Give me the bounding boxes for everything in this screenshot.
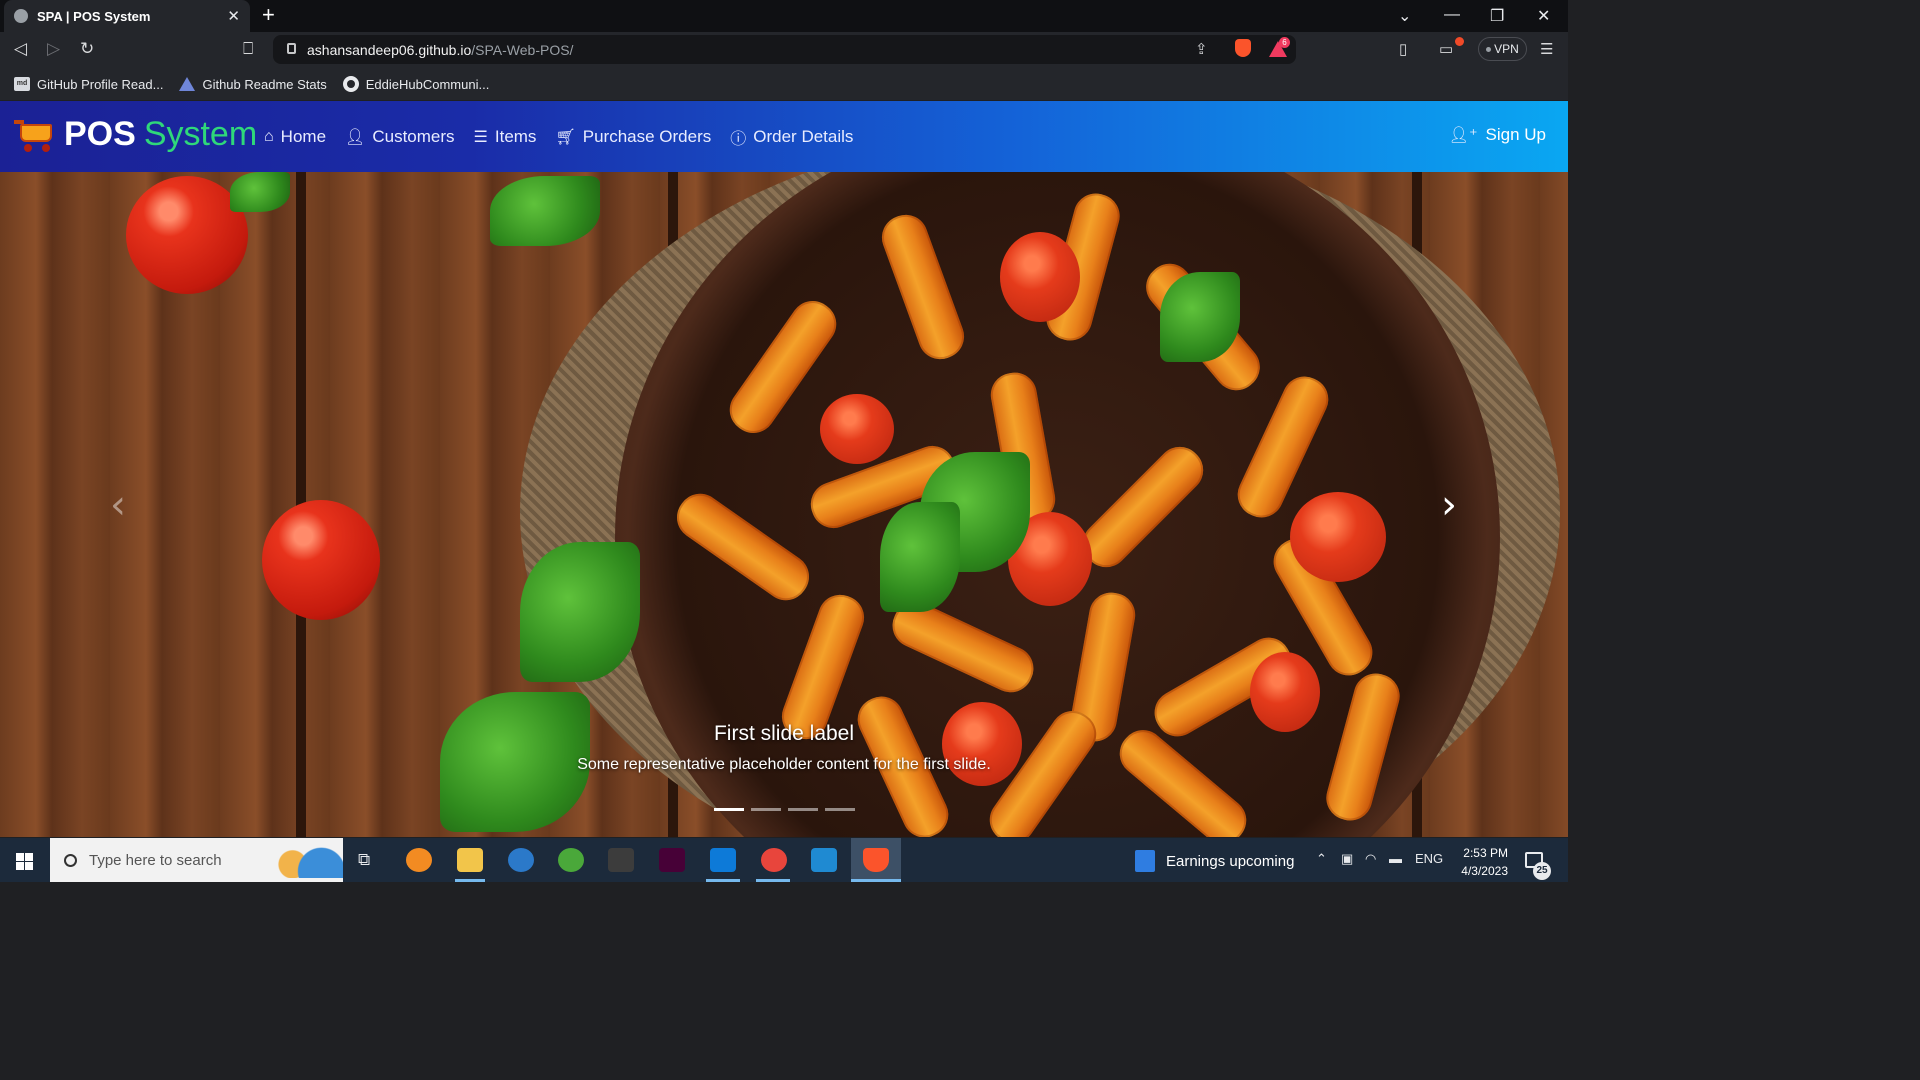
back-icon[interactable]: ◁ <box>14 39 27 59</box>
search-icon <box>64 853 77 867</box>
hero-carousel: ‹ › First slide label Some representativ… <box>0 172 1568 837</box>
user-icon: 👤︎ <box>345 129 366 146</box>
running-indicator <box>756 879 790 882</box>
shopping-cart-logo-icon <box>14 114 54 154</box>
file-explorer-icon[interactable] <box>457 848 483 872</box>
mysql-icon[interactable] <box>608 848 634 872</box>
brand-name-accent: System <box>143 114 258 153</box>
bookmark-icon[interactable]: ⎕ <box>243 39 253 59</box>
brand-logo[interactable]: POS System <box>14 114 257 154</box>
chrome-icon[interactable] <box>761 848 787 872</box>
carousel-indicator[interactable] <box>714 808 744 811</box>
user-plus-icon: 👤︎⁺ <box>1448 127 1478 144</box>
carousel-indicators <box>714 808 855 811</box>
browser-toolbar: ◁ ▷ ↻ ⎕ ashansandeep06.github.io/SPA-Web… <box>0 32 1568 68</box>
vpn-button[interactable]: VPN <box>1478 37 1527 61</box>
nav-item-items[interactable]: ☰ Items <box>474 125 537 149</box>
news-widget[interactable]: Earnings upcoming <box>1135 850 1294 872</box>
nav-item-customers[interactable]: 👤︎ Customers <box>345 125 455 149</box>
brave-shields-icon[interactable] <box>1235 39 1251 57</box>
share-icon[interactable]: ⇪ <box>1195 40 1208 58</box>
triangle-icon <box>179 77 196 91</box>
language-indicator[interactable]: ENG <box>1415 851 1443 866</box>
intellij-icon[interactable] <box>710 848 736 872</box>
new-tab-button[interactable]: + <box>262 4 275 26</box>
brand-name: POS <box>64 114 136 153</box>
tab-search-chevron-icon[interactable]: ⌄ <box>1398 6 1411 26</box>
home-icon: ⌂ <box>264 128 274 145</box>
windows-taskbar: Type here to search ⧉ Earnings upcoming … <box>0 838 1568 882</box>
bookmark-item[interactable]: Github Readme Stats <box>179 77 327 92</box>
taskbar-search-input[interactable]: Type here to search <box>50 838 343 882</box>
browser-tab[interactable]: SPA | POS System ✕ <box>4 0 250 32</box>
app-icon-green[interactable] <box>558 848 584 872</box>
carousel-indicator[interactable] <box>825 808 855 811</box>
restore-icon[interactable]: ❐ <box>1490 6 1504 26</box>
database-icon: ☰ <box>473 129 488 146</box>
carousel-caption: First slide label Some representative pl… <box>0 722 1568 774</box>
running-indicator <box>706 879 740 882</box>
search-highlight-image <box>271 844 343 878</box>
clock-date: 4/3/2023 <box>1461 864 1508 878</box>
notification-count-badge: 25 <box>1533 862 1551 880</box>
github-icon <box>342 76 359 92</box>
readme-icon: md <box>14 77 30 91</box>
nav-item-order-details[interactable]: ⓘ Order Details <box>730 125 853 149</box>
close-tab-icon[interactable]: ✕ <box>227 7 240 25</box>
cart-icon: 🛒︎ <box>555 129 576 146</box>
vpn-status-icon <box>1486 46 1492 52</box>
sidebar-icon[interactable]: ▯ <box>1399 40 1407 58</box>
vscode-icon[interactable] <box>811 848 837 872</box>
wallet-icon[interactable]: ▭ <box>1439 40 1453 58</box>
bookmark-item[interactable]: md GitHub Profile Read... <box>14 77 163 92</box>
nav-item-home[interactable]: ⌂ Home <box>264 125 326 149</box>
window-close-icon[interactable]: ✕ <box>1537 6 1550 26</box>
task-view-icon[interactable]: ⧉ <box>358 850 370 870</box>
news-icon <box>1135 850 1155 872</box>
app-icon-blue[interactable] <box>508 848 534 872</box>
browser-tab-strip: SPA | POS System ✕ + ⌄ — ❐ ✕ <box>0 0 1568 32</box>
running-indicator <box>455 879 485 882</box>
carousel-indicator[interactable] <box>788 808 818 811</box>
minimize-icon[interactable]: — <box>1444 6 1460 24</box>
reload-icon[interactable]: ↻ <box>80 39 94 59</box>
caption-title: First slide label <box>713 722 855 745</box>
caption-text: Some representative placeholder content … <box>577 756 991 773</box>
url-text[interactable]: ashansandeep06.github.io/SPA-Web-POS/ <box>307 42 573 58</box>
carousel-prev-icon[interactable]: ‹ <box>103 485 133 525</box>
windows-start-icon[interactable] <box>16 853 33 870</box>
info-icon: ⓘ <box>730 131 747 148</box>
bookmark-item[interactable]: EddieHubCommuni... <box>342 76 489 92</box>
app-icon-firefox-dev[interactable] <box>406 848 432 872</box>
wallet-notification-dot <box>1455 37 1464 46</box>
tab-title: SPA | POS System <box>37 8 151 24</box>
clock[interactable]: 2:53 PM 4/3/2023 <box>1448 844 1508 880</box>
wifi-icon[interactable]: ◠ <box>1365 851 1376 867</box>
chevron-up-icon[interactable]: ⌃ <box>1316 851 1327 867</box>
lock-icon <box>287 43 296 54</box>
nav-item-purchase-orders[interactable]: 🛒︎ Purchase Orders <box>555 125 711 149</box>
site-navbar: POS System ⌂ Home 👤︎ Customers ☰ Items 🛒… <box>0 101 1568 172</box>
menu-icon[interactable]: ☰ <box>1540 40 1553 58</box>
meet-icon[interactable]: ▣ <box>1341 851 1353 867</box>
forward-icon[interactable]: ▷ <box>47 39 60 59</box>
sign-up-button[interactable]: 👤︎⁺ Sign Up <box>1449 125 1546 145</box>
carousel-indicator[interactable] <box>751 808 781 811</box>
adobe-xd-icon[interactable] <box>659 848 685 872</box>
globe-icon <box>14 9 28 23</box>
running-indicator <box>851 879 901 882</box>
address-bar[interactable]: ashansandeep06.github.io/SPA-Web-POS/ ⇪ … <box>273 35 1296 64</box>
rewards-count-badge: 6 <box>1279 37 1290 48</box>
battery-icon[interactable]: ▬ <box>1389 851 1402 866</box>
bookmarks-bar: md GitHub Profile Read... Github Readme … <box>0 68 1568 100</box>
clock-time: 2:53 PM <box>1463 846 1508 860</box>
carousel-next-icon[interactable]: › <box>1434 485 1464 525</box>
nav-menu: ⌂ Home 👤︎ Customers ☰ Items 🛒︎ Purchase … <box>264 125 853 149</box>
brave-icon[interactable] <box>863 848 889 872</box>
